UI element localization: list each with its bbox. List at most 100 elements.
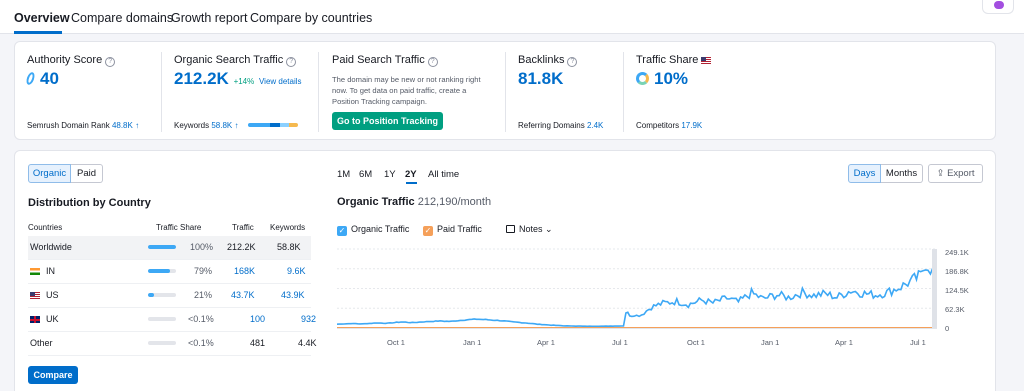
info-icon[interactable]: ? <box>105 57 116 67</box>
tab-overview[interactable]: Overview <box>14 11 70 25</box>
organic-traffic-line <box>337 260 937 328</box>
share-value: 79% <box>194 266 213 276</box>
tab-compare-by-countries[interactable]: Compare by countries <box>250 11 372 25</box>
checkbox-checked-icon: ✓ <box>423 226 433 236</box>
competitors-label: Competitors <box>636 121 680 130</box>
x-tick-label: Oct 1 <box>387 338 405 347</box>
organic-traffic-change: +14% <box>233 77 255 86</box>
share-bar <box>148 269 176 273</box>
backlinks-title: Backlinks <box>518 54 565 66</box>
keywords-value[interactable]: 9.6K <box>287 266 306 276</box>
country-name: IN <box>46 266 55 276</box>
compare-button[interactable]: Compare <box>28 366 78 384</box>
legend-paid[interactable]: ✓ Paid Traffic <box>423 224 482 236</box>
traffic-value: 481 <box>250 338 266 348</box>
col-traffic-share[interactable]: Traffic Share <box>156 223 201 232</box>
months-toggle[interactable]: Months <box>881 164 923 183</box>
share-bar <box>148 245 176 249</box>
traffic-value[interactable]: 100 <box>250 314 265 324</box>
paid-traffic-note: The domain may be new or not ranking rig… <box>332 75 481 106</box>
backlinks-widget: Backlinks? 81.8K Referring Domains 2.4K <box>506 42 623 141</box>
keywords-value[interactable]: 932 <box>301 314 316 324</box>
tab-growth-report[interactable]: Growth report <box>171 11 247 25</box>
traffic-overview-card: Organic Paid Distribution by Country Cou… <box>14 150 996 391</box>
period-1y[interactable]: 1Y <box>384 169 396 180</box>
traffic-share-value[interactable]: 10% <box>654 69 688 88</box>
keywords-value[interactable]: 43.9K <box>281 290 305 300</box>
domain-rank-value[interactable]: 48.8K <box>112 121 133 130</box>
table-row[interactable]: Worldwide 100% 212.2K 58.8K <box>28 236 311 260</box>
share-bar-fill <box>148 293 154 297</box>
domain-rank-label: Semrush Domain Rank <box>27 121 110 130</box>
country-name: US <box>46 290 59 300</box>
authority-score-value: 40 <box>40 69 59 88</box>
share-bar-fill <box>148 245 176 249</box>
india-flag-icon <box>30 268 40 275</box>
us-flag-icon <box>30 292 40 299</box>
x-tick-label: Apr 1 <box>537 338 555 347</box>
export-button[interactable]: ⇪ Export <box>928 164 983 183</box>
y-tick-label: 186.8K <box>945 267 969 276</box>
period-6m[interactable]: 6M <box>359 169 372 180</box>
chart-title: Organic Traffic <box>337 196 415 208</box>
country-name: Other <box>30 338 53 348</box>
arrow-up-icon: ↑ <box>234 121 239 130</box>
legend-paid-label: Paid Traffic <box>437 224 482 234</box>
organic-traffic-title: Organic Search Traffic <box>174 54 284 66</box>
share-bar <box>148 341 176 345</box>
us-flag-icon <box>701 57 712 64</box>
metrics-card: Authority Score? 40 Semrush Domain Rank … <box>14 41 996 140</box>
paid-traffic-widget: Paid Search Traffic? The domain may be n… <box>322 42 502 141</box>
info-icon[interactable]: ? <box>286 57 297 67</box>
app-logo-icon <box>994 1 1004 9</box>
keyword-distribution-bar <box>248 123 298 127</box>
paid-toggle[interactable]: Paid <box>71 164 103 183</box>
col-traffic[interactable]: Traffic <box>232 223 254 232</box>
info-icon[interactable]: ? <box>567 57 578 67</box>
table-row[interactable]: IN 79% 168K 9.6K <box>28 260 311 284</box>
x-tick-label: Apr 1 <box>835 338 853 347</box>
organic-traffic-value[interactable]: 212.2K <box>174 69 229 88</box>
notes-dropdown[interactable]: Notes ⌄ <box>506 224 553 235</box>
app-menu-button[interactable] <box>982 0 1014 14</box>
referring-domains-label: Referring Domains <box>518 121 585 130</box>
chevron-down-icon: ⌄ <box>545 224 553 234</box>
organic-toggle[interactable]: Organic <box>28 164 71 183</box>
share-bar-fill <box>148 269 171 273</box>
legend-organic[interactable]: ✓ Organic Traffic <box>337 224 409 236</box>
table-row[interactable]: US 21% 43.7K 43.9K <box>28 284 311 308</box>
keywords-value[interactable]: 58.8K <box>211 121 232 130</box>
backlinks-value[interactable]: 81.8K <box>518 69 563 89</box>
table-row[interactable]: Other <0.1% 481 4.4K <box>28 332 317 356</box>
y-tick-label: 0 <box>945 324 950 333</box>
referring-domains-value[interactable]: 2.4K <box>587 121 603 130</box>
country-name: Worldwide <box>30 242 72 252</box>
period-2y[interactable]: 2Y <box>405 169 417 180</box>
days-toggle[interactable]: Days <box>848 164 881 183</box>
x-tick-label: Jan 1 <box>761 338 780 347</box>
table-row[interactable]: UK <0.1% 100 932 <box>28 308 316 332</box>
authority-score-title: Authority Score <box>27 54 103 66</box>
view-details-link[interactable]: View details <box>259 77 302 86</box>
period-1m[interactable]: 1M <box>337 169 350 180</box>
top-nav: Overview Compare domains Growth report C… <box>0 0 1024 34</box>
col-keywords[interactable]: Keywords <box>270 223 305 232</box>
authority-score-icon <box>24 71 37 86</box>
keywords-value: 58.8K <box>277 242 301 252</box>
authority-score-widget: Authority Score? 40 Semrush Domain Rank … <box>15 42 161 141</box>
active-tab-indicator <box>14 31 62 34</box>
traffic-share-title: Traffic Share <box>636 54 699 66</box>
traffic-value[interactable]: 43.7K <box>231 290 255 300</box>
traffic-value[interactable]: 168K <box>234 266 255 276</box>
competitors-value[interactable]: 17.9K <box>681 121 702 130</box>
info-icon[interactable]: ? <box>427 57 438 67</box>
period-all-time[interactable]: All time <box>428 169 459 180</box>
go-to-position-tracking-button[interactable]: Go to Position Tracking <box>332 112 443 130</box>
y-tick-label: 124.5K <box>945 286 969 295</box>
donut-chart-icon <box>636 72 649 85</box>
y-tick-label: 249.1K <box>945 248 969 257</box>
tab-compare-domains[interactable]: Compare domains <box>71 11 173 25</box>
x-tick-label: Jul 1 <box>612 338 628 347</box>
chart-end-marker <box>932 249 937 328</box>
organic-traffic-chart <box>337 248 937 329</box>
